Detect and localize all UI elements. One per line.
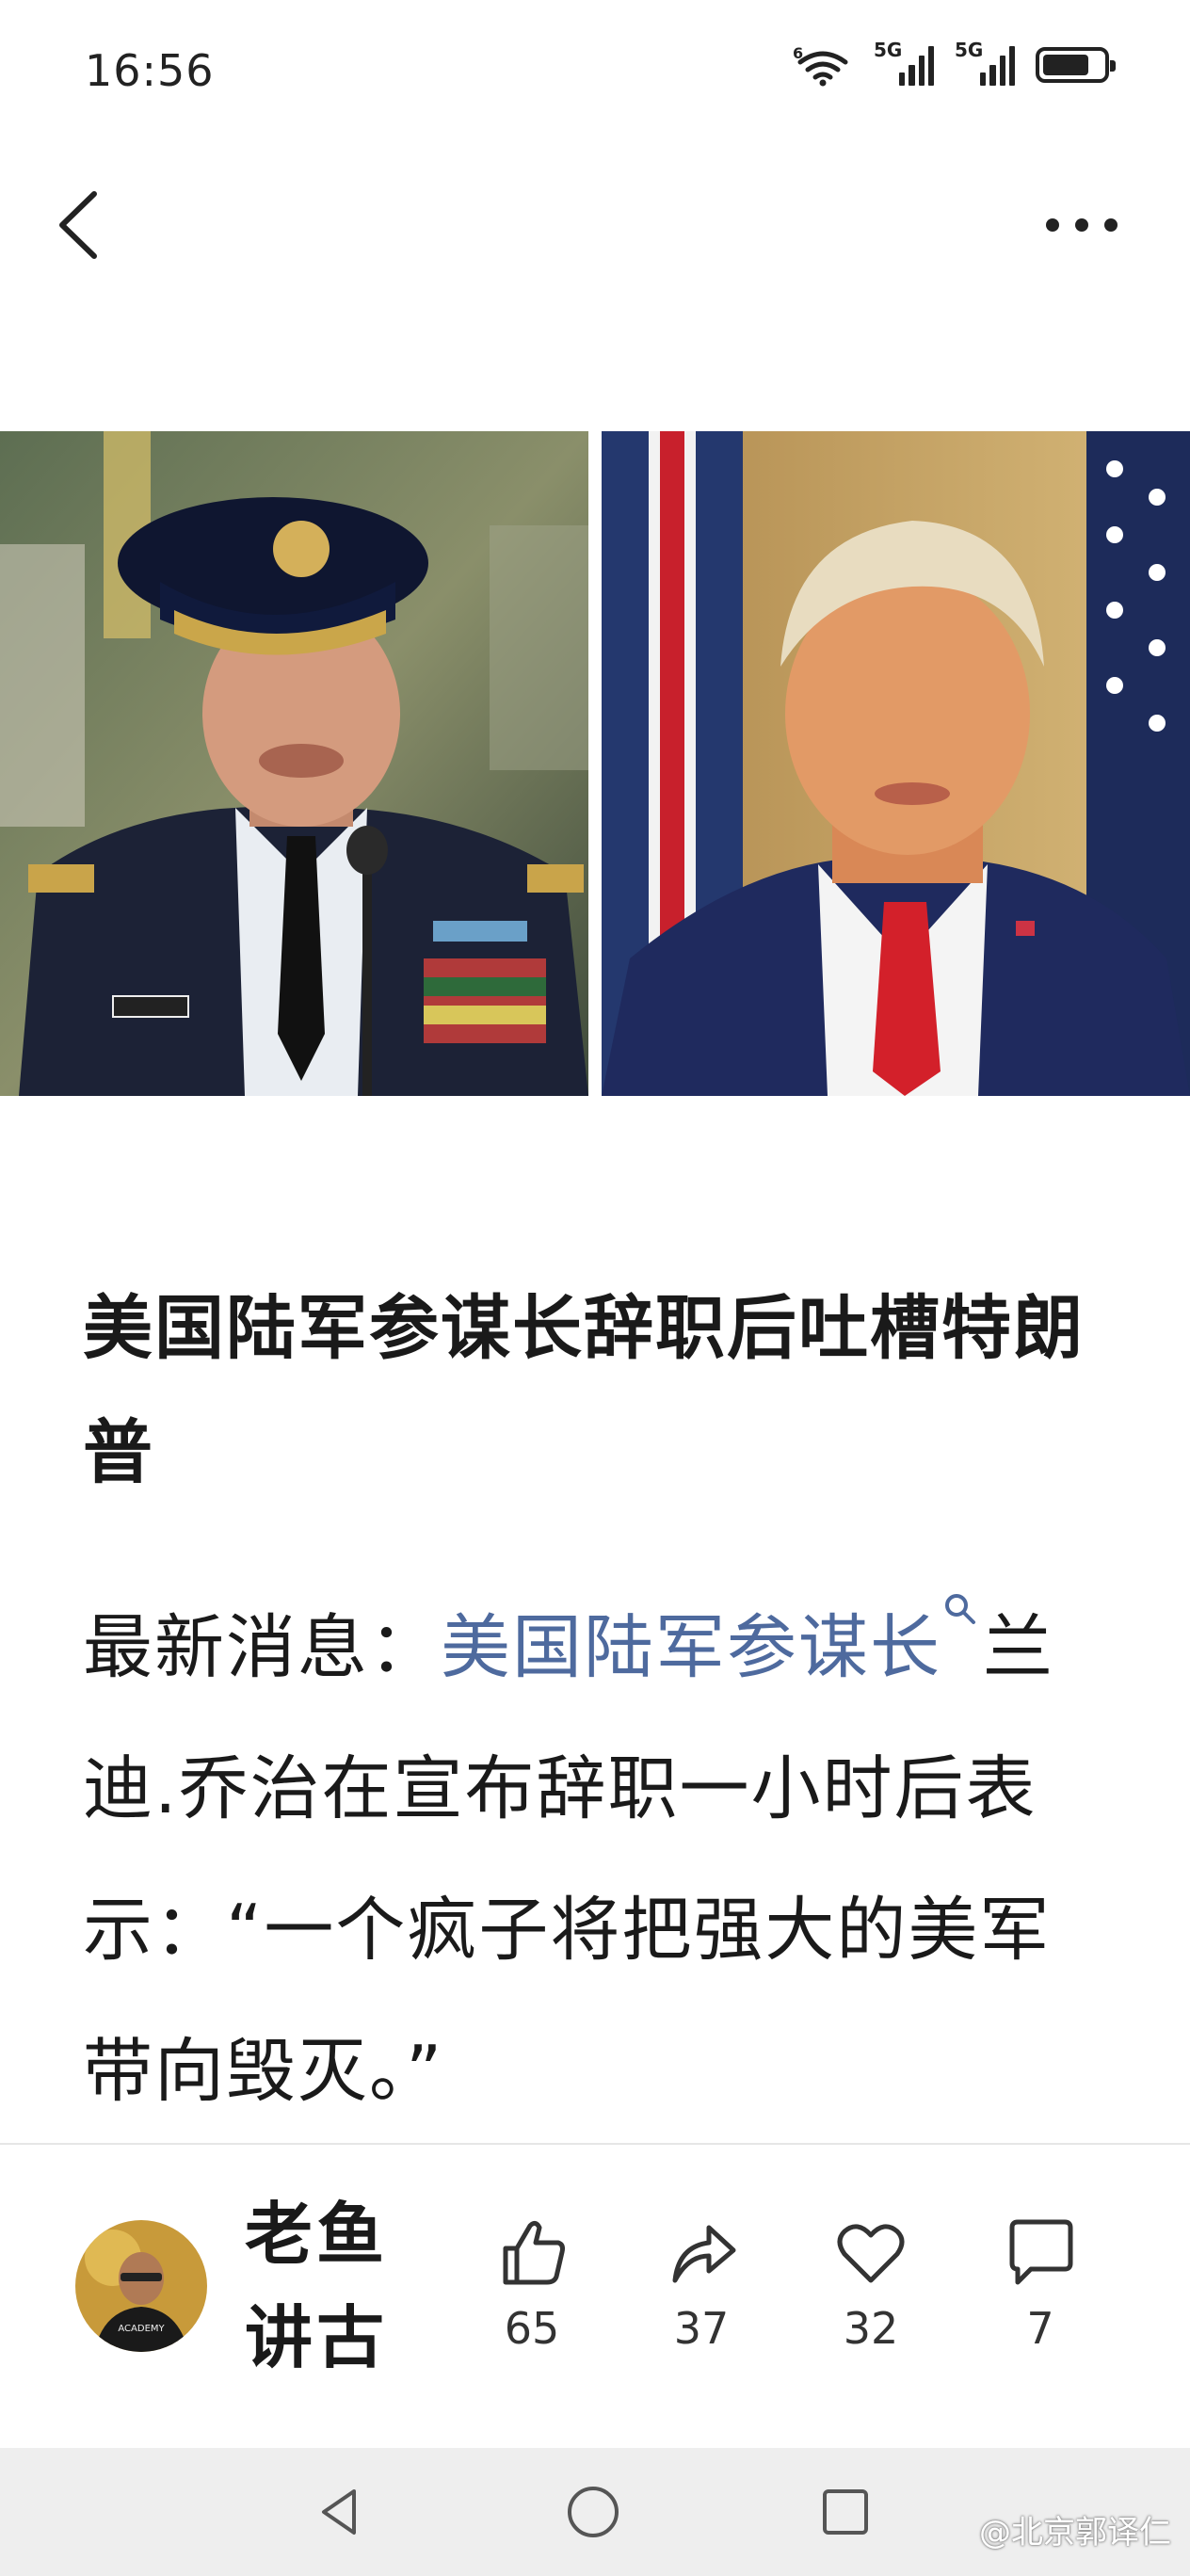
heart-icon: [837, 2224, 905, 2283]
square-recents-icon: [823, 2489, 868, 2535]
thumbs-up-icon: [503, 2220, 565, 2285]
status-icons: 6 5G 5G: [793, 39, 1116, 87]
comment-button[interactable]: 7: [979, 2213, 1102, 2354]
status-time: 16:56: [85, 45, 215, 96]
author-name[interactable]: 老鱼讲古: [245, 2182, 424, 2390]
watermark-text: @北京郭译仁: [979, 2514, 1171, 2552]
comment-icon: [1009, 2219, 1073, 2285]
article-headline: 美国陆军参谋长辞职后吐槽特朗普: [83, 1288, 1085, 1493]
wifi-icon: 6: [793, 44, 848, 87]
signal-label: 5G: [874, 39, 903, 61]
more-options-button[interactable]: [1039, 201, 1124, 249]
share-icon: [672, 2225, 736, 2283]
status-bar: 16:56 6 5G 5G: [0, 0, 1190, 151]
cellular-signal-icon: 5G: [955, 39, 1015, 86]
comment-count: 7: [1026, 2303, 1054, 2354]
system-back-button[interactable]: [311, 2482, 371, 2542]
body-prefix: 最新消息：: [83, 1607, 441, 1688]
photo-general-illustration: [0, 431, 588, 1096]
avatar[interactable]: ACADEMY: [75, 2220, 207, 2352]
article-images: [0, 431, 1190, 1096]
search-icon[interactable]: [941, 1590, 983, 1632]
author-profile[interactable]: ACADEMY 老鱼讲古: [75, 2182, 424, 2390]
favorite-button[interactable]: 32: [810, 2213, 932, 2354]
share-count: 37: [673, 2303, 730, 2354]
signal-label: 5G: [955, 39, 984, 61]
like-button[interactable]: 65: [471, 2213, 593, 2354]
like-count: 65: [504, 2303, 560, 2354]
favorite-count: 32: [843, 2303, 899, 2354]
more-horizontal-icon: [1046, 218, 1118, 232]
back-button[interactable]: [49, 183, 115, 267]
share-button[interactable]: 37: [640, 2213, 763, 2354]
system-home-button[interactable]: [563, 2482, 623, 2542]
divider: [0, 2143, 1190, 2145]
article-photo-general[interactable]: [0, 431, 588, 1096]
circle-home-icon: [568, 2487, 619, 2537]
system-recents-button[interactable]: [815, 2482, 876, 2542]
action-bar: 65 37 32 7: [471, 2213, 1130, 2363]
avatar-shirt-text: ACADEMY: [118, 2324, 165, 2334]
chevron-left-icon: [59, 191, 97, 259]
photo-trump-illustration: [602, 431, 1190, 1096]
article-photo-trump[interactable]: [602, 431, 1190, 1096]
system-navigation-bar: @北京郭译仁: [0, 2448, 1190, 2576]
battery-icon: [1036, 47, 1116, 83]
search-link[interactable]: 美国陆军参谋长: [441, 1607, 941, 1688]
article-body: 最新消息：美国陆军参谋长 兰迪.乔治在宣布辞职一小时后表示：“一个疯子将把强大的美…: [83, 1577, 1118, 2142]
avatar-image: ACADEMY: [75, 2220, 207, 2352]
triangle-back-icon: [322, 2489, 356, 2535]
cellular-signal-icon: 5G: [874, 39, 934, 86]
